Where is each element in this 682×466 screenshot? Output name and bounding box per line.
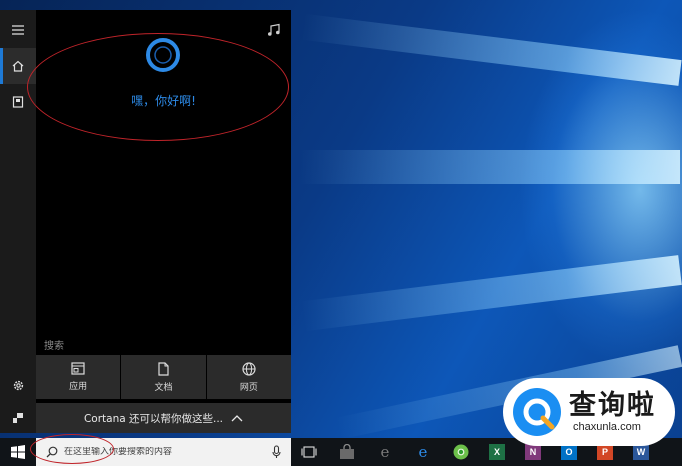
watermark-name: 查询啦 [569, 390, 656, 421]
watermark-q-icon [513, 388, 561, 436]
cortana-panel: 嘿，你好啊! 搜索 应用 文档 网页 Cortana 还可以帮你做这些... [27, 10, 291, 433]
microphone-icon[interactable] [272, 445, 281, 459]
chrome-icon[interactable] [451, 442, 471, 462]
category-documents-label: 文档 [154, 382, 173, 393]
search-section-label: 搜索 [44, 341, 64, 352]
document-icon [158, 361, 169, 376]
hamburger-menu-icon[interactable] [0, 12, 36, 48]
category-apps-label: 应用 [69, 382, 88, 392]
svg-text:e: e [419, 444, 428, 460]
app-icon [71, 362, 85, 375]
watermark-logo: 查询啦 chaxunla.com [503, 378, 675, 446]
globe-icon [242, 361, 256, 376]
annotation-ellipse-greeting [27, 33, 289, 141]
settings-icon[interactable] [0, 367, 36, 403]
watermark-domain: chaxunla.com [573, 421, 641, 433]
windows-logo-icon [11, 445, 25, 459]
category-web-button[interactable]: 网页 [206, 355, 291, 399]
category-apps-button[interactable]: 应用 [36, 355, 121, 399]
search-category-row: 应用 文档 网页 [36, 355, 291, 399]
music-note-icon[interactable] [267, 22, 281, 41]
svg-text:e: e [381, 444, 390, 460]
excel-icon[interactable]: X [487, 442, 507, 462]
task-view-icon[interactable] [299, 442, 319, 462]
edge-icon[interactable]: e [375, 442, 395, 462]
chevron-up-icon [231, 414, 243, 421]
category-web-label: 网页 [239, 382, 258, 393]
store-icon[interactable] [337, 442, 357, 462]
category-documents-button[interactable]: 文档 [121, 355, 206, 399]
cortana-more-text: Cortana 还可以帮你做这些... [83, 412, 224, 425]
cortana-more-bar[interactable]: Cortana 还可以帮你做这些... [36, 403, 291, 433]
feedback-icon[interactable] [0, 400, 36, 436]
annotation-ellipse-search [30, 434, 114, 464]
edge-icon[interactable]: e [413, 442, 433, 462]
